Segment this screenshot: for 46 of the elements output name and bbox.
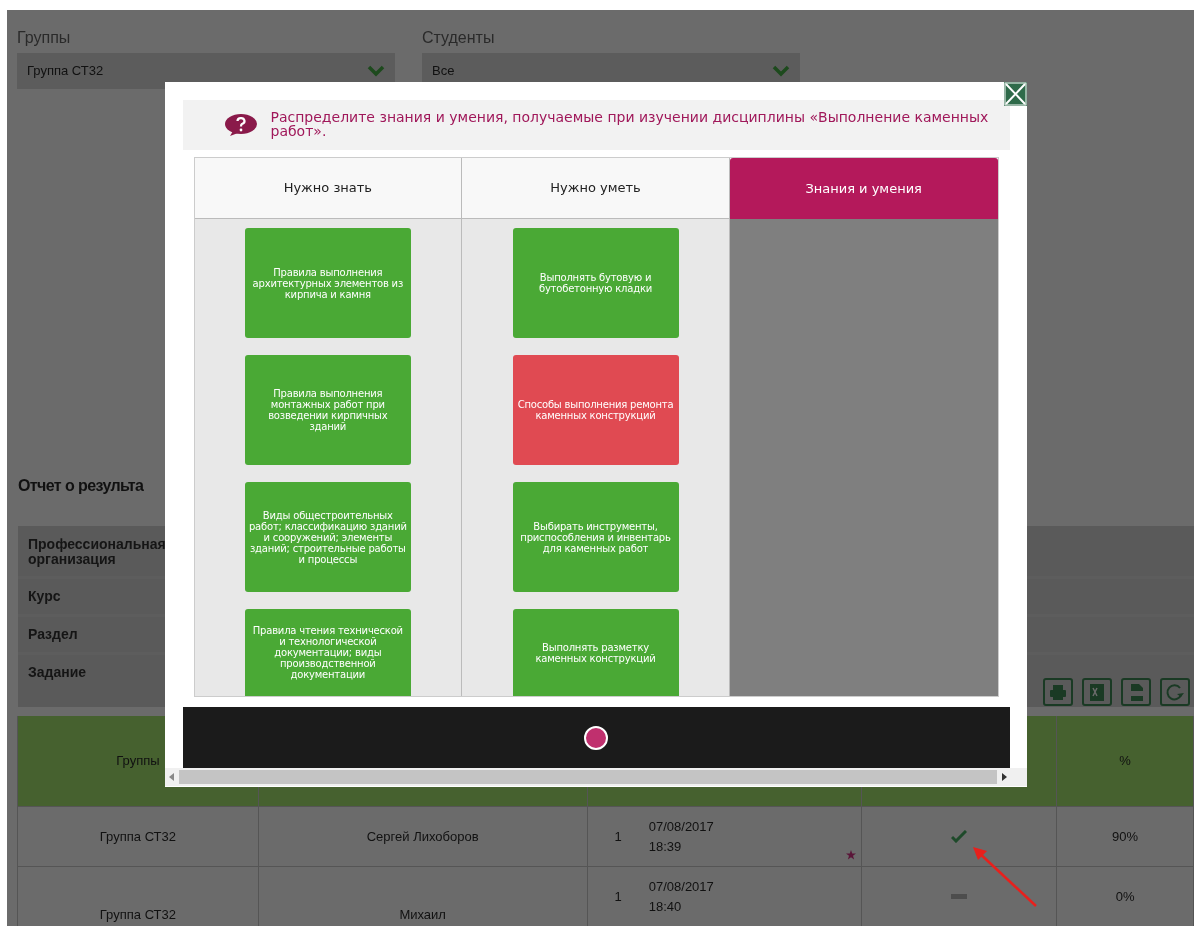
dropdown[interactable]: Группа СТ32 — [17, 53, 395, 89]
date-text: 07/08/2017 — [648, 877, 714, 896]
answer-card[interactable]: Правила выполнения монтажных работ при возведении кирпичных зданий — [244, 355, 411, 465]
attempt-number: 1 — [614, 827, 622, 846]
scroll-right-icon — [1001, 773, 1007, 781]
column-tab[interactable]: Нужно уметь — [462, 158, 729, 219]
pdf-button[interactable] — [1121, 678, 1151, 706]
answer-card[interactable]: Способы выполнения ремонта каменных конструкций — [512, 355, 679, 465]
table-cell-text: Группа СТ32 — [99, 905, 176, 924]
column-tab[interactable]: Нужно знать — [194, 158, 462, 219]
answer-card[interactable]: Выполнять разметку каменных конструкций — [512, 609, 679, 696]
chevron-down-icon — [367, 65, 385, 77]
refresh-icon — [1164, 681, 1186, 703]
question-icon — [224, 114, 257, 136]
table-cell-text: Михаил — [399, 905, 446, 924]
answer-card[interactable]: Виды общестроительных работ; классификацию зданий и сооружений; элементы зданий; строительные работы и процессы — [244, 482, 411, 592]
table-cell-text: 90% — [1112, 827, 1139, 846]
chevron-down-icon — [772, 65, 790, 77]
scroll-left-icon — [169, 773, 175, 781]
date-text: 07/08/2017 — [648, 817, 714, 836]
table-cell-text: Сергей Лихоборов — [366, 827, 479, 846]
table-cell-text: Группа СТ32 — [99, 827, 176, 846]
answer-card[interactable]: Выполнять бутовую и бутобетонную кладки — [512, 228, 679, 338]
answer-card[interactable]: Правила чтения технической и технологической документации; виды производственной документации — [244, 609, 411, 696]
field-label: Профессиональная организация — [28, 537, 167, 567]
excel-button[interactable] — [1082, 678, 1112, 706]
refresh-button[interactable] — [1160, 678, 1190, 706]
time-text: 18:40 — [648, 897, 683, 916]
field-label: Задание — [28, 665, 88, 680]
section-title: Отчет о результа — [18, 476, 144, 496]
attempt-number: 1 — [614, 887, 622, 906]
column-header: % — [1057, 716, 1194, 806]
answer-card[interactable]: Выбирать инструменты, приспособления и инвентарь для каменных работ — [512, 482, 679, 592]
answer-card[interactable]: Правила выполнения архитектурных элементов из кирпича и камня — [244, 228, 411, 338]
filter-label: Студенты — [422, 28, 496, 48]
column-tab[interactable]: Знания и умения — [729, 158, 998, 219]
print-button[interactable] — [1043, 678, 1073, 706]
table-cell-text: 0% — [1115, 887, 1135, 906]
field-label: Курс — [28, 589, 62, 604]
field-label: Раздел — [28, 627, 79, 642]
time-text: 18:39 — [648, 837, 683, 856]
annotation-arrow — [972, 846, 1038, 908]
close-button[interactable] — [1004, 82, 1027, 106]
horizontal-scrollbar[interactable] — [165, 768, 1027, 786]
question-text: Распределите знания и умения, получаемые при изучении дисциплины «Выполнение каменных работ». — [270, 110, 990, 138]
filter-label: Группы — [17, 28, 72, 48]
